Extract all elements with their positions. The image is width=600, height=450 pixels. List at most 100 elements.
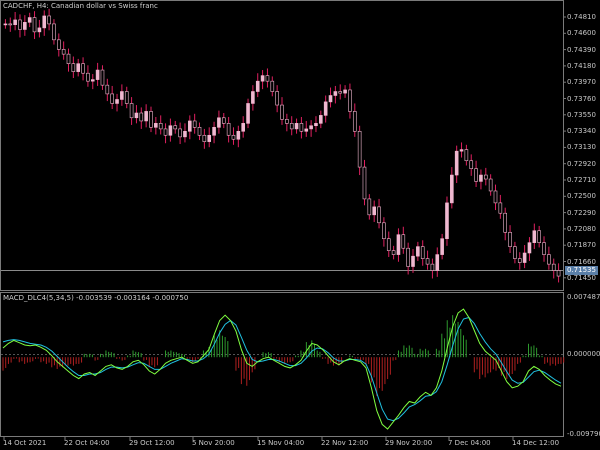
candle-body xyxy=(508,232,512,247)
candle-body xyxy=(212,127,216,136)
indicator-tick-label: -0.009790 xyxy=(567,430,600,438)
price-tick-label: 0.74180 xyxy=(567,61,596,70)
candle-body xyxy=(275,91,279,106)
candle-body xyxy=(71,63,76,72)
candle-body xyxy=(178,128,182,138)
candle-body xyxy=(513,246,517,259)
candle-body xyxy=(47,15,51,25)
candle-body xyxy=(435,254,440,271)
price-tick-label: 0.73970 xyxy=(567,78,596,87)
candle-body xyxy=(183,130,187,138)
candle-body xyxy=(488,178,493,192)
price-tick-label: 0.73340 xyxy=(567,127,596,136)
candle-body xyxy=(207,134,212,142)
candle-body xyxy=(149,111,153,128)
indicator-tick-label: 0.000000 xyxy=(567,350,600,358)
candle-body xyxy=(386,238,391,251)
price-tick-label: 0.74810 xyxy=(567,13,596,21)
candle-body xyxy=(129,103,134,119)
candle-body xyxy=(299,123,304,132)
candle-body xyxy=(420,246,425,259)
candle-body xyxy=(367,198,372,216)
candle-body xyxy=(493,190,498,204)
candle-body xyxy=(188,120,192,132)
time-tick-label: 14 Dec 12:00 xyxy=(512,439,560,447)
price-candles xyxy=(3,8,561,283)
candle-body xyxy=(542,242,546,255)
candle-body xyxy=(551,263,556,271)
candle-body xyxy=(556,270,561,277)
candle-body xyxy=(372,206,376,216)
candle-body xyxy=(3,23,8,26)
candle-body xyxy=(241,123,245,132)
candle-body xyxy=(348,89,352,112)
candle-body xyxy=(115,99,119,104)
indicator-title: MACD_DLC4(5,34,5) -0.003539 -0.003164 -0… xyxy=(3,294,189,302)
candle-body xyxy=(95,69,100,80)
candle-body xyxy=(537,230,541,243)
candle-body xyxy=(42,15,47,29)
price-tick-label: 0.72920 xyxy=(567,159,596,168)
candle-body xyxy=(37,27,42,33)
candle-body xyxy=(362,166,367,200)
candle-body xyxy=(377,206,381,224)
price-tick-label: 0.73760 xyxy=(567,94,596,103)
time-tick-label: 15 Nov 04:00 xyxy=(257,439,305,447)
candle-body xyxy=(255,80,260,92)
candle-body xyxy=(144,111,148,122)
candle-body xyxy=(81,63,85,74)
price-tick-label: 0.74600 xyxy=(567,29,596,38)
candle-body xyxy=(56,39,61,50)
candle-body xyxy=(32,17,37,33)
candle-body xyxy=(236,130,241,140)
candle-body xyxy=(479,174,483,182)
candle-body xyxy=(105,84,110,95)
candle-body xyxy=(202,134,207,142)
time-tick-label: 7 Dec 04:00 xyxy=(448,439,491,447)
candle-body xyxy=(319,115,323,124)
candle-body xyxy=(270,80,275,92)
time-tick-label: 22 Oct 04:00 xyxy=(64,439,110,447)
candle-body xyxy=(469,160,474,169)
candle-body xyxy=(406,247,410,267)
candle-body xyxy=(304,128,309,132)
candle-body xyxy=(66,53,71,64)
candle-body xyxy=(425,258,430,265)
candle-body xyxy=(120,91,124,100)
candle-body xyxy=(517,258,522,263)
candle-body xyxy=(382,222,386,239)
candle-body xyxy=(139,112,144,122)
price-tick-label: 0.71870 xyxy=(567,241,596,250)
candle-body xyxy=(396,234,401,255)
candle-body xyxy=(27,17,32,23)
time-tick-label: 5 Nov 20:00 xyxy=(192,439,235,447)
candle-body xyxy=(289,123,294,130)
indicator-tick-label: 0.007487 xyxy=(567,293,600,301)
chart-canvas xyxy=(0,0,566,440)
candle-body xyxy=(343,89,347,94)
price-tick-label: 0.73550 xyxy=(567,110,596,119)
candle-body xyxy=(134,112,139,119)
candle-body xyxy=(464,149,469,162)
time-tick-label: 29 Nov 20:00 xyxy=(385,439,433,447)
candle-body xyxy=(440,238,444,255)
price-tick-label: 0.72080 xyxy=(567,224,596,233)
candle-body xyxy=(459,149,464,152)
candle-body xyxy=(13,19,17,26)
candle-body xyxy=(430,263,435,271)
candle-body xyxy=(154,123,158,128)
candle-body xyxy=(450,174,454,204)
time-tick-label: 22 Nov 12:00 xyxy=(321,439,369,447)
main-chart-frame xyxy=(0,0,564,291)
candle-body xyxy=(8,23,13,26)
macd-histogram xyxy=(2,315,565,396)
candle-body xyxy=(445,202,449,239)
price-tick-label: 0.71660 xyxy=(567,257,596,266)
candle-body xyxy=(411,255,415,267)
candle-body xyxy=(532,230,537,243)
candle-body xyxy=(323,101,328,116)
candle-body xyxy=(328,95,333,103)
price-tick-label: 0.72710 xyxy=(567,176,596,184)
price-tick-label: 0.73130 xyxy=(567,143,596,152)
candle-body xyxy=(173,125,178,130)
